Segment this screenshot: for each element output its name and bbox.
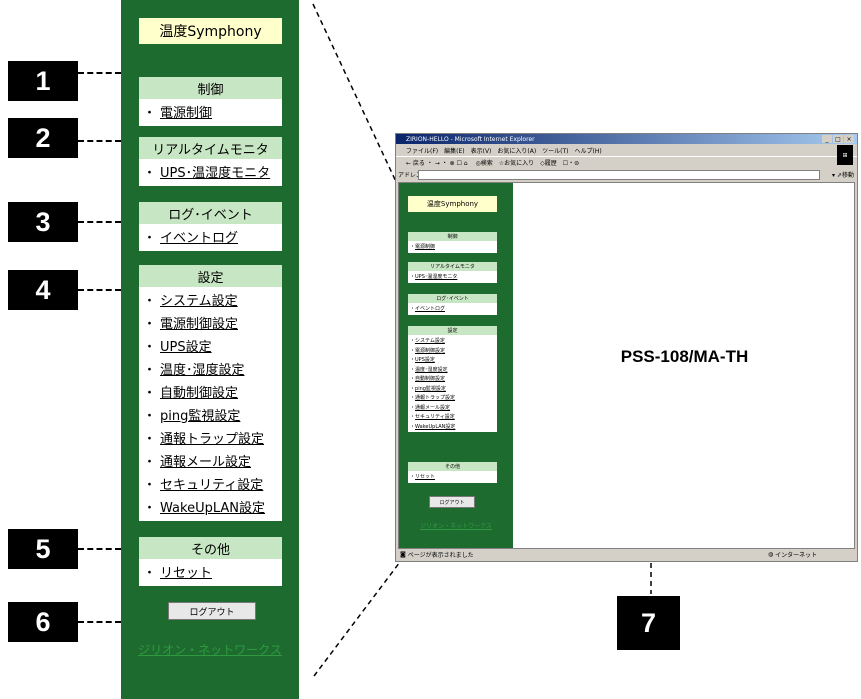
leader-3 (78, 221, 121, 223)
menu-bar[interactable]: ファイル(F) 編集(E) 表示(V) お気に入り(A) ツール(T) ヘルプ(… (396, 145, 857, 155)
section-header: リアルタイムモニタ (139, 137, 282, 159)
mini-nav-item[interactable]: ・セキュリティ設定 (408, 412, 497, 422)
zoom-line-bottom (313, 557, 404, 677)
mini-nav-item[interactable]: ・電源制御設定 (408, 346, 497, 356)
mini-nav-item[interactable]: ・システム設定 (408, 336, 497, 346)
nav-ups-monitor[interactable]: ・ UPS･温湿度モニタ (139, 160, 282, 183)
leader-5 (78, 548, 121, 550)
nav-wakeuplan-settings[interactable]: ・ WakeUpLAN設定 (139, 495, 282, 518)
browser-viewport: 温度Symphony 制御 ・電源制御 リアルタイムモニタ ・ UPS･温湿度モニ… (398, 182, 855, 549)
callout-6: 6 (8, 602, 78, 642)
mini-nav-item[interactable]: ・電源制御 (408, 242, 497, 252)
window-title: ZIRION-HELLO - Microsoft Internet Explor… (396, 134, 857, 144)
nav-mail-settings[interactable]: ・通報メール設定 (139, 449, 282, 472)
nav-temp-humidity-settings[interactable]: ・温度･湿度設定 (139, 357, 282, 380)
model-name: PSS-108/MA-TH (620, 347, 749, 366)
section-other: その他 ・リセット (139, 537, 282, 586)
mini-nav-item[interactable]: ・通報メール設定 (408, 403, 497, 413)
section-log-event: ログ･イベント ・イベントログ (139, 202, 282, 251)
mini-nav-item[interactable]: ・ UPS･温湿度モニタ (408, 272, 497, 282)
nav-reset[interactable]: ・リセット (139, 560, 282, 583)
callout-2: 2 (8, 118, 78, 158)
nav-ping-monitor-settings[interactable]: ・ ping監視設定 (139, 403, 282, 426)
zoom-line-top (312, 3, 399, 187)
section-header: 制御 (139, 77, 282, 99)
nav-trap-settings[interactable]: ・通報トラップ設定 (139, 426, 282, 449)
globe-icon: ◍ (768, 551, 774, 558)
callout-7: 7 (617, 596, 680, 650)
windows-logo-icon: ⊞ (837, 145, 853, 165)
nav-auto-control-settings[interactable]: ・自動制御設定 (139, 380, 282, 403)
browser-toolbar[interactable]: ← 戻る ・ → ・ ⊗ ☐ ⌂ ◎検索 ☆お気に入り ◇履歴 ☐・⊜ (396, 156, 857, 168)
mini-footer-link[interactable]: ジリオン・ネットワークス (399, 521, 513, 530)
maximize-icon[interactable]: □ (833, 135, 843, 143)
section-realtime-monitor: リアルタイムモニタ ・ UPS･温湿度モニタ (139, 137, 282, 186)
callout-3: 3 (8, 202, 78, 242)
mini-nav-item[interactable]: ・通報トラップ設定 (408, 393, 497, 403)
section-header: 設定 (139, 265, 282, 287)
status-bar: ◙ ページが表示されました ◍ インターネット (400, 551, 818, 559)
section-settings: 設定 ・システム設定 ・電源制御設定 ・ UPS設定 ・温度･湿度設定 ・自動制御… (139, 265, 282, 521)
nav-power-control-settings[interactable]: ・電源制御設定 (139, 311, 282, 334)
callout-1: 1 (8, 61, 78, 101)
nav-system-settings[interactable]: ・システム設定 (139, 288, 282, 311)
mini-logout-button[interactable]: ログアウト (429, 496, 475, 508)
leader-6 (78, 621, 121, 623)
mini-nav-item[interactable]: ・温度･湿度設定 (408, 365, 497, 375)
nav-event-log[interactable]: ・イベントログ (139, 225, 282, 248)
minimize-icon[interactable]: _ (822, 135, 832, 143)
leader-1 (78, 72, 121, 74)
sidebar: 温度Symphony 制御 ・電源制御 リアルタイムモニタ ・ UPS･温湿度モニ… (121, 0, 299, 699)
brand-title: 温度Symphony (139, 18, 282, 44)
footer-link[interactable]: ジリオン・ネットワークス (121, 641, 299, 658)
mini-nav-item[interactable]: ・自動制御設定 (408, 374, 497, 384)
nav-security-settings[interactable]: ・セキュリティ設定 (139, 472, 282, 495)
mini-nav-item[interactable]: ・ UPS設定 (408, 355, 497, 365)
address-bar: アドレス(D) ▾ ⇗移動 (398, 170, 854, 180)
mini-nav-item[interactable]: ・イベントログ (408, 304, 497, 314)
mini-sidebar: 温度Symphony 制御 ・電源制御 リアルタイムモニタ ・ UPS･温湿度モニ… (399, 183, 513, 548)
mini-brand: 温度Symphony (408, 196, 497, 212)
mini-nav-item[interactable]: ・リセット (408, 472, 497, 482)
browser-window: ZIRION-HELLO - Microsoft Internet Explor… (395, 133, 858, 562)
page-icon: ◙ (400, 551, 406, 558)
leader-2 (78, 140, 121, 142)
section-header: その他 (139, 537, 282, 559)
logout-button[interactable]: ログアウト (168, 602, 256, 620)
address-input[interactable] (418, 170, 820, 180)
leader-4 (78, 289, 121, 291)
nav-power-control[interactable]: ・電源制御 (139, 100, 282, 123)
section-control: 制御 ・電源制御 (139, 77, 282, 126)
mini-nav-item[interactable]: ・ WakeUpLAN設定 (408, 422, 497, 432)
nav-ups-settings[interactable]: ・ UPS設定 (139, 334, 282, 357)
callout-5: 5 (8, 529, 78, 569)
callout-4: 4 (8, 270, 78, 310)
close-icon[interactable]: × (844, 135, 854, 143)
go-button[interactable]: ▾ ⇗移動 (832, 170, 854, 179)
section-header: ログ･イベント (139, 202, 282, 224)
mini-nav-item[interactable]: ・ ping監視設定 (408, 384, 497, 394)
